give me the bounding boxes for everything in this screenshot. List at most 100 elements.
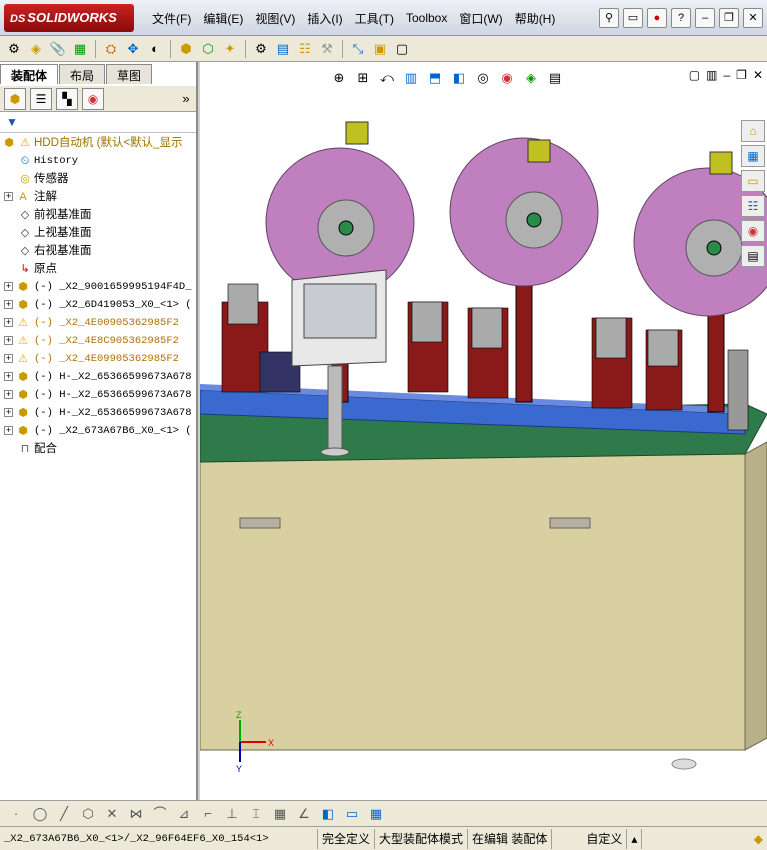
reference-geometry-icon[interactable]: ⬡ [198, 39, 218, 59]
hide-show-items-icon[interactable]: ◎ [474, 69, 492, 87]
zoom-to-fit-icon[interactable]: ⊕ [330, 69, 348, 87]
mate-icon[interactable]: 📎 [48, 39, 68, 59]
tree-item[interactable]: +⚠⬢(-) _X2_4E00905362985F2 [0, 314, 196, 332]
tab-layout[interactable]: 布局 [59, 64, 106, 84]
status-custom[interactable]: 自定义 [582, 828, 628, 849]
tree-item[interactable]: + ⬢ (-) H-_X2_65366599673A678 [0, 368, 196, 386]
menu-help[interactable]: 帮助(H) [509, 10, 562, 27]
expand-toggle-icon[interactable]: + [4, 282, 13, 291]
pin-icon[interactable]: ⚲ [599, 8, 619, 28]
view-settings-icon[interactable]: ▤ [546, 69, 564, 87]
front-view-icon[interactable]: ▭ [342, 804, 362, 824]
view-orientation-icon[interactable]: ⬒ [426, 69, 444, 87]
zoom-to-area-icon[interactable]: ⊞ [354, 69, 372, 87]
tree-item[interactable]: ◇ 上视基准面 [0, 224, 196, 242]
tree-item[interactable]: + ⬢ (-) _X2_9001659995194F4D_ [0, 278, 196, 296]
show-hidden-icon[interactable]: ◐ [145, 39, 165, 59]
apply-scene-icon[interactable]: ◈ [522, 69, 540, 87]
help-icon[interactable]: ? [671, 8, 691, 28]
menu-tools[interactable]: 工具(T) [349, 10, 400, 27]
new-motion-study-icon[interactable]: ✦ [220, 39, 240, 59]
chevron-up-icon[interactable]: ▴ [627, 828, 643, 849]
graphics-area[interactable]: X Y Z ⊕ ⊞ ⤺ ▥ ⬒ ◧ ◎ ◉ ◈ ▤ ▢ ▥ – ❐ ✕ ⌂ ▦ [200, 62, 767, 800]
tree-item[interactable]: + ⬢ (-) H-_X2_65366599673A678 [0, 386, 196, 404]
expand-toggle-icon[interactable]: + [4, 300, 13, 309]
insert-component-icon[interactable]: ◈ [26, 39, 46, 59]
traffic-light-icon[interactable]: ● [647, 8, 667, 28]
relation-icon[interactable]: ⊥ [222, 804, 242, 824]
doc-close-icon[interactable]: ✕ [753, 68, 763, 82]
explode-line-icon[interactable]: ☷ [295, 39, 315, 59]
fillet-icon[interactable]: ⌒ [150, 804, 170, 824]
tree-item[interactable]: + ⬢ (-) _X2_673A67B6_X0_<1> ( [0, 422, 196, 440]
dimension-icon[interactable]: ⌶ [246, 804, 266, 824]
point-icon[interactable]: · [6, 804, 26, 824]
split-view-icon[interactable]: ▢ [689, 68, 700, 82]
tree-item[interactable]: ↳ 原点 [0, 260, 196, 278]
minimize-icon[interactable]: – [695, 8, 715, 28]
filter-icon[interactable]: ▼ [0, 113, 196, 133]
exploded-view-icon[interactable]: ▤ [273, 39, 293, 59]
tab-sketch[interactable]: 草图 [106, 64, 153, 84]
edit-appearance-icon[interactable]: ◉ [498, 69, 516, 87]
menu-insert[interactable]: 插入(I) [301, 10, 348, 27]
hole-alignment-icon[interactable]: ▣ [370, 39, 390, 59]
tree-item[interactable]: + ⬢ (-) H-_X2_65366599673A678 [0, 404, 196, 422]
feature-manager-icon[interactable]: ⬢ [4, 87, 26, 110]
design-library-icon[interactable]: ▦ [741, 145, 765, 167]
expand-panel-icon[interactable]: » [176, 89, 196, 109]
tab-assembly[interactable]: 装配体 [0, 64, 59, 84]
appearances-icon[interactable]: ◉ [741, 220, 765, 242]
trim-icon[interactable]: ✕ [102, 804, 122, 824]
clearance-verification-icon[interactable]: ⤡ [348, 39, 368, 59]
display-style-icon[interactable]: ◧ [450, 69, 468, 87]
tile-view-icon[interactable]: ▥ [706, 68, 717, 82]
smart-fasteners-icon[interactable]: ⛭ [101, 39, 121, 59]
menu-window[interactable]: 窗口(W) [453, 10, 508, 27]
tree-item[interactable]: ⏲ History [0, 152, 196, 170]
appearance-manager-icon[interactable]: ◉ [82, 87, 104, 110]
expand-toggle-icon[interactable]: + [4, 390, 13, 399]
solidworks-resources-icon[interactable]: ⌂ [741, 120, 765, 142]
tree-item[interactable]: ⊓ 配合 [0, 440, 196, 458]
move-component-icon[interactable]: ✥ [123, 39, 143, 59]
expand-toggle-icon[interactable]: + [4, 372, 13, 381]
tree-item[interactable]: + ⬢ (-) _X2_6D419053_X0_<1> ( [0, 296, 196, 314]
offset-icon[interactable]: ⌐ [198, 804, 218, 824]
grid-icon[interactable]: ▦ [270, 804, 290, 824]
previous-view-icon[interactable]: ⤺ [378, 69, 396, 87]
tree-root[interactable]: ⬢ ⚠ HDD自动机 (默认<默认_显示 [0, 134, 196, 152]
mirror-icon[interactable]: ⋈ [126, 804, 146, 824]
configuration-manager-icon[interactable]: ▚ [56, 87, 78, 110]
expand-toggle-icon[interactable]: + [4, 318, 13, 327]
menu-toolbox[interactable]: Toolbox [400, 11, 453, 25]
edit-component-icon[interactable]: ⚙ [4, 39, 24, 59]
expand-toggle-icon[interactable]: + [4, 354, 13, 363]
polygon-icon[interactable]: ⬡ [78, 804, 98, 824]
tree-item[interactable]: ◇ 右视基准面 [0, 242, 196, 260]
expand-toggle-icon[interactable]: + [4, 426, 13, 435]
expand-toggle-icon[interactable]: + [4, 192, 13, 201]
close-icon[interactable]: ✕ [743, 8, 763, 28]
tree-item[interactable]: ◎ 传感器 [0, 170, 196, 188]
interference-detection-icon[interactable]: ⚒ [317, 39, 337, 59]
expand-toggle-icon[interactable]: + [4, 336, 13, 345]
property-manager-icon[interactable]: ☰ [30, 87, 52, 110]
isometric-view-icon[interactable]: ◧ [318, 804, 338, 824]
custom-properties-icon[interactable]: ▤ [741, 245, 765, 267]
restore-icon[interactable]: ❐ [719, 8, 739, 28]
instant3d-icon[interactable]: ▢ [392, 39, 412, 59]
section-view-icon[interactable]: ▥ [402, 69, 420, 87]
menu-view[interactable]: 视图(V) [249, 10, 301, 27]
assembly-features-icon[interactable]: ⬢ [176, 39, 196, 59]
line-icon[interactable]: ╱ [54, 804, 74, 824]
new-document-icon[interactable]: ▭ [623, 8, 643, 28]
tree-item[interactable]: +⚠⬢(-) _X2_4E8C905362985F2 [0, 332, 196, 350]
expand-toggle-icon[interactable]: + [4, 408, 13, 417]
doc-restore-icon[interactable]: ❐ [736, 68, 747, 82]
circle-icon[interactable]: ◯ [30, 804, 50, 824]
menu-edit[interactable]: 编辑(E) [197, 10, 249, 27]
angle-icon[interactable]: ∠ [294, 804, 314, 824]
doc-minimize-icon[interactable]: – [723, 68, 730, 82]
file-explorer-icon[interactable]: ▭ [741, 170, 765, 192]
